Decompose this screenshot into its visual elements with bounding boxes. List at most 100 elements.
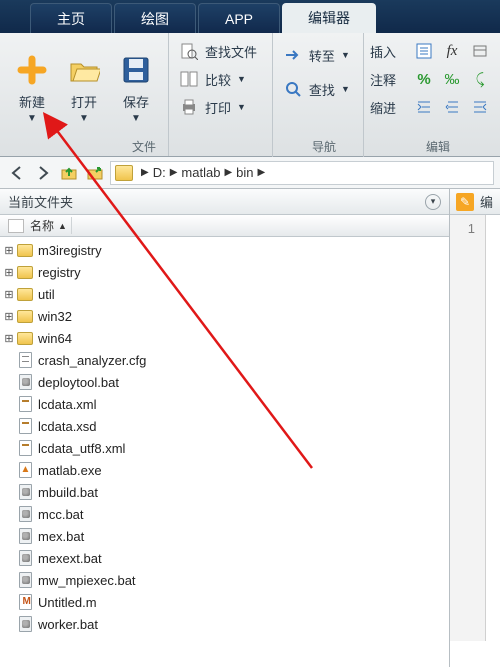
file-row[interactable]: matlab.exe [0,459,449,481]
tab-home[interactable]: 主页 [30,3,112,33]
expand-toggle[interactable]: ⊞ [2,244,16,257]
file-row[interactable]: crash_analyzer.cfg [0,349,449,371]
comment-label: 注释 [370,70,410,89]
file-list[interactable]: ⊞m3iregistry⊞registry⊞util⊞win32⊞win64cr… [0,237,449,667]
file-row[interactable]: mw_mpiexec.bat [0,569,449,591]
indent-label: 缩进 [370,98,410,117]
insert-section-button[interactable] [410,37,438,65]
bat-file-icon [16,528,34,544]
folder-row[interactable]: ⊞registry [0,261,449,283]
breadcrumb-seg[interactable]: bin [236,165,253,180]
plus-icon [14,52,50,88]
folder-row[interactable]: ⊞util [0,283,449,305]
file-row[interactable]: Untitled.m [0,591,449,613]
breadcrumb-seg[interactable]: D: [153,165,166,180]
goto-button[interactable]: 转至 ▼ [279,41,357,69]
search-icon [283,79,303,99]
find-button[interactable]: 查找 ▼ [279,75,357,103]
insert-fx-button[interactable]: fx [438,37,466,65]
file-name: worker.bat [38,617,98,632]
xml-file-icon [16,440,34,456]
file-name: m3iregistry [38,243,102,258]
tab-editor[interactable]: 编辑器 [282,3,376,33]
back-button[interactable] [6,162,28,184]
uncomment-button[interactable]: ‰ [438,65,466,93]
editor-gutter: 1 [450,215,486,641]
tab-plot[interactable]: 绘图 [114,3,196,33]
save-icon [118,52,154,88]
indent-button[interactable] [410,93,438,121]
editor-title: 编 [480,192,493,211]
bat-file-icon [16,572,34,588]
expand-toggle[interactable]: ⊞ [2,288,16,301]
line-number: 1 [450,221,475,236]
history-button[interactable] [84,162,106,184]
folder-row[interactable]: ⊞ win64 [0,327,449,349]
expand-toggle[interactable]: ⊞ [2,332,16,345]
cfg-file-icon [16,352,34,368]
print-icon [179,97,199,117]
chevron-right-icon: ▶ [258,167,266,178]
folder-icon [16,264,34,280]
goto-icon [283,45,303,65]
up-folder-button[interactable] [58,162,80,184]
comment-button[interactable]: % [410,65,438,93]
pencil-icon: ✎ [456,193,474,211]
bat-file-icon [16,374,34,390]
compare-button[interactable]: 比较 ▼ [175,65,266,93]
expand-toggle[interactable]: ⊞ [2,266,16,279]
wrap-comment-button[interactable]: ⤹ [466,65,494,93]
file-row[interactable]: mex.bat [0,525,449,547]
folder-icon [16,330,34,346]
file-row[interactable]: lcdata.xml [0,393,449,415]
save-button[interactable]: 保存 ▼ [110,52,162,124]
open-button[interactable]: 打开 ▼ [58,52,110,124]
folder-row[interactable]: ⊞win32 [0,305,449,327]
file-row[interactable]: mcc.bat [0,503,449,525]
insert-misc-button[interactable] [466,37,494,65]
file-name: win64 [38,331,72,346]
folder-open-icon [66,52,102,88]
minimize-panel-button[interactable]: ▾ [425,194,441,210]
find-files-icon [179,41,199,61]
folder-row[interactable]: ⊞ m3iregistry [0,239,449,261]
current-folder-panel: 当前文件夹 ▾ 名称 ▲ ⊞m3iregistry⊞registry⊞util⊞… [0,189,450,667]
file-row[interactable]: mbuild.bat [0,481,449,503]
chevron-down-icon: ▼ [79,113,89,124]
bat-file-icon [16,506,34,522]
outdent-more-button[interactable] [438,93,466,121]
find-files-button[interactable]: 查找文件 [175,37,266,65]
file-name: mcc.bat [38,507,84,522]
expand-toggle[interactable]: ⊞ [2,310,16,323]
outdent-button[interactable] [466,93,494,121]
edit-section-label: 编辑 [370,138,500,155]
file-row[interactable]: deploytool.bat [0,371,449,393]
tab-app[interactable]: APP [198,3,280,33]
breadcrumb[interactable]: ▶ D: ▶ matlab ▶ bin ▶ [110,161,494,185]
chevron-down-icon: ▼ [341,84,350,94]
folder-icon [16,308,34,324]
chevron-down-icon: ▼ [237,102,246,112]
file-name: lcdata.xsd [38,419,97,434]
name-column-header[interactable]: 名称 ▲ [4,217,72,234]
print-button[interactable]: 打印 ▼ [175,93,266,121]
forward-button[interactable] [32,162,54,184]
file-name: mex.bat [38,529,84,544]
file-row[interactable]: worker.bat [0,613,449,635]
new-button[interactable]: 新建 ▼ [6,52,58,124]
toolstrip: 新建 ▼ 打开 ▼ 保存 ▼ 查找文件 [0,33,500,157]
file-name: lcdata.xml [38,397,97,412]
file-name: Untitled.m [38,595,97,610]
exe-file-icon [16,462,34,478]
nav-section-label: 导航 [279,138,369,155]
file-name: crash_analyzer.cfg [38,353,146,368]
panel-title: 当前文件夹 [8,192,73,211]
file-row[interactable]: lcdata.xsd [0,415,449,437]
folder-icon [115,165,133,181]
file-row[interactable]: lcdata_utf8.xml [0,437,449,459]
compare-icon [179,69,199,89]
main-area: 当前文件夹 ▾ 名称 ▲ ⊞m3iregistry⊞registry⊞util⊞… [0,189,500,667]
file-row[interactable]: mexext.bat [0,547,449,569]
chevron-right-icon: ▶ [224,167,232,178]
breadcrumb-seg[interactable]: matlab [181,165,220,180]
